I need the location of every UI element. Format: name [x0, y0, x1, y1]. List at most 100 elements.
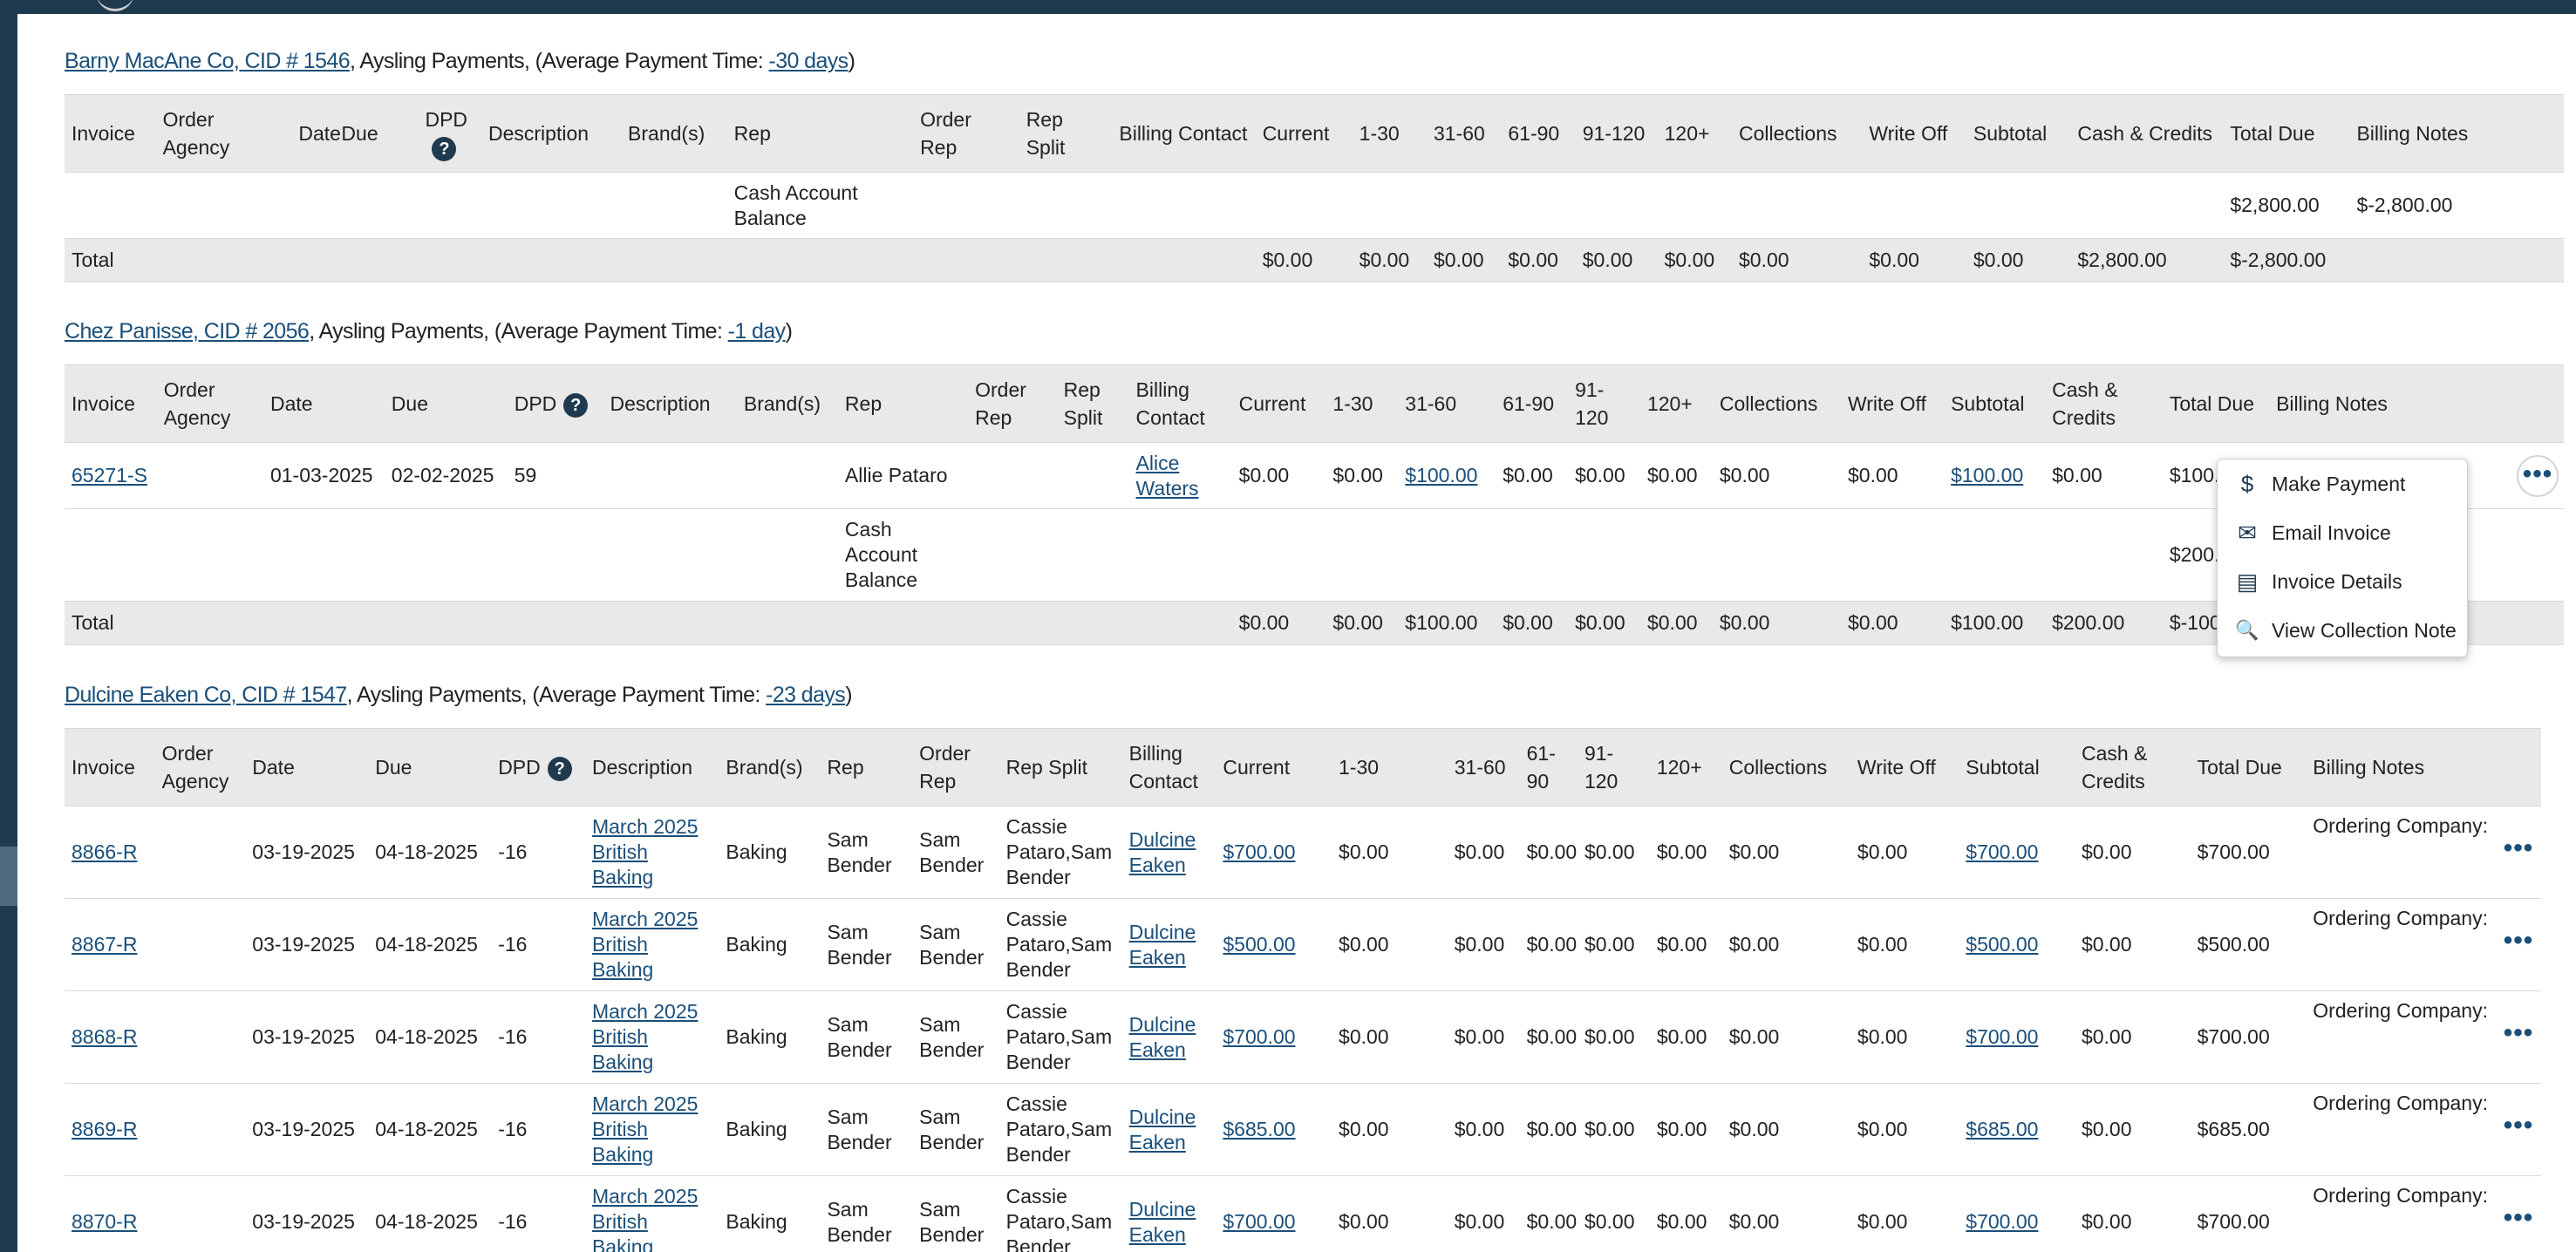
col-61-90[interactable]: 61-90 [1519, 728, 1578, 806]
description-link[interactable]: March 2025 British Baking [592, 1092, 698, 1166]
col-cash-credits[interactable]: Cash & Credits [2074, 728, 2191, 806]
subtotal-link[interactable]: $100.00 [1951, 464, 2023, 487]
subtotal-link[interactable]: $700.00 [1966, 1210, 2038, 1233]
col-91-120[interactable]: 91-120 [1568, 364, 1640, 443]
col-billing-notes[interactable]: Billing Notes [2306, 728, 2541, 806]
invoice-link[interactable]: 8866-R [72, 840, 137, 863]
col-date[interactable]: Date [291, 94, 341, 173]
col-rep-split[interactable]: Rep Split [1056, 364, 1129, 443]
col-rep-split[interactable]: Rep Split [998, 728, 1122, 806]
col-rep-split[interactable]: Rep Split [1019, 94, 1113, 173]
row-actions-button[interactable]: ••• [2517, 454, 2559, 497]
billing-contact-link[interactable]: Dulcine Eaken [1129, 1106, 1196, 1153]
col-collections[interactable]: Collections [1721, 728, 1850, 806]
col-1-30[interactable]: 1-30 [1352, 94, 1428, 173]
col-120-plus[interactable]: 120+ [1639, 364, 1713, 443]
col-due[interactable]: Due [368, 728, 492, 806]
amount-link[interactable]: $700.00 [1223, 840, 1295, 863]
col-subtotal[interactable]: Subtotal [1959, 728, 2075, 806]
billing-contact-link[interactable]: Dulcine Eaken [1129, 828, 1196, 876]
average-payment-time-link[interactable]: -1 day [728, 319, 786, 344]
col-invoice[interactable]: Invoice [65, 728, 155, 806]
col-dpd[interactable]: DPD? [418, 94, 481, 173]
col-collections[interactable]: Collections [1731, 94, 1863, 173]
col-total-due[interactable]: Total Due [2223, 94, 2350, 173]
subtotal-link[interactable]: $500.00 [1966, 933, 2038, 956]
description-link[interactable]: March 2025 British Baking [592, 815, 698, 888]
invoice-link[interactable]: 65271-S [72, 464, 147, 487]
menu-item-invoice-details[interactable]: ▤ Invoice Details [2218, 557, 2467, 606]
col-31-60[interactable]: 31-60 [1398, 364, 1496, 443]
col-due[interactable]: Due [384, 364, 508, 443]
row-actions-button[interactable]: ••• [2498, 831, 2539, 873]
col-billing-contact[interactable]: Billing Contact [1112, 94, 1256, 173]
col-1-30[interactable]: 1-30 [1332, 728, 1448, 806]
col-subtotal[interactable]: Subtotal [1966, 94, 2071, 173]
col-total-due[interactable]: Total Due [2190, 728, 2307, 806]
col-invoice[interactable]: Invoice [65, 364, 157, 443]
col-brands[interactable]: Brand(s) [736, 364, 838, 443]
invoice-link[interactable]: 8868-R [72, 1025, 137, 1048]
amount-link[interactable]: $700.00 [1223, 1025, 1295, 1048]
sidebar-toggle-tab[interactable] [0, 847, 17, 906]
col-billing-notes[interactable]: Billing Notes [2269, 364, 2564, 443]
col-billing-notes[interactable]: Billing Notes [2349, 94, 2564, 173]
amount-link[interactable]: $700.00 [1223, 1210, 1295, 1233]
col-billing-contact[interactable]: Billing Contact [1128, 364, 1232, 443]
row-actions-button[interactable]: ••• [2498, 1016, 2539, 1058]
col-current[interactable]: Current [1231, 364, 1326, 443]
description-link[interactable]: March 2025 British Baking [592, 1000, 698, 1073]
menu-item-make-payment[interactable]: $ Make Payment [2218, 459, 2467, 508]
subtotal-link[interactable]: $700.00 [1966, 840, 2038, 863]
average-payment-time-link[interactable]: -30 days [768, 49, 848, 73]
billing-contact-link[interactable]: Alice Waters [1136, 452, 1199, 500]
menu-item-view-collection-note[interactable]: 🔍 View Collection Note [2218, 606, 2467, 655]
invoice-link[interactable]: 8869-R [72, 1118, 137, 1140]
col-order-agency[interactable]: Order Agency [156, 364, 263, 443]
col-current[interactable]: Current [1255, 94, 1353, 173]
col-due[interactable]: Due [334, 94, 419, 173]
col-write-off[interactable]: Write Off [1850, 728, 1959, 806]
col-91-120[interactable]: 91-120 [1575, 94, 1658, 173]
average-payment-time-link[interactable]: -23 days [766, 683, 846, 707]
col-rep[interactable]: Rep [837, 364, 969, 443]
col-order-agency[interactable]: Order Agency [155, 94, 292, 173]
invoice-link[interactable]: 8867-R [72, 933, 137, 956]
billing-contact-link[interactable]: Dulcine Eaken [1129, 1013, 1196, 1061]
col-dpd[interactable]: DPD? [491, 728, 585, 806]
col-61-90[interactable]: 61-90 [1496, 364, 1569, 443]
col-total-due[interactable]: Total Due [2162, 364, 2270, 443]
description-link[interactable]: March 2025 British Baking [592, 908, 698, 981]
subtotal-link[interactable]: $685.00 [1966, 1118, 2038, 1140]
billing-contact-link[interactable]: Dulcine Eaken [1129, 1198, 1196, 1246]
col-dpd[interactable]: DPD? [507, 364, 603, 443]
col-date[interactable]: Date [245, 728, 369, 806]
col-brands[interactable]: Brand(s) [621, 94, 727, 173]
col-order-rep[interactable]: Order Rep [968, 364, 1057, 443]
customer-link[interactable]: Barny MacAne Co, CID # 1546 [65, 49, 351, 73]
col-31-60[interactable]: 31-60 [1447, 728, 1520, 806]
amount-link[interactable]: $500.00 [1223, 933, 1295, 956]
billing-contact-link[interactable]: Dulcine Eaken [1129, 921, 1196, 969]
col-31-60[interactable]: 31-60 [1427, 94, 1502, 173]
col-1-30[interactable]: 1-30 [1325, 364, 1399, 443]
col-collections[interactable]: Collections [1712, 364, 1841, 443]
menu-item-email-invoice[interactable]: ✉ Email Invoice [2218, 508, 2467, 557]
col-write-off[interactable]: Write Off [1840, 364, 1945, 443]
col-91-120[interactable]: 91-120 [1577, 728, 1650, 806]
col-120-plus[interactable]: 120+ [1657, 94, 1732, 173]
col-61-90[interactable]: 61-90 [1501, 94, 1576, 173]
col-order-agency[interactable]: Order Agency [154, 728, 246, 806]
col-brands[interactable]: Brand(s) [719, 728, 821, 806]
col-billing-contact[interactable]: Billing Contact [1121, 728, 1216, 806]
help-icon[interactable]: ? [563, 392, 589, 418]
col-invoice[interactable]: Invoice [65, 94, 156, 173]
customer-link[interactable]: Chez Panisse, CID # 2056 [65, 319, 310, 344]
col-120-plus[interactable]: 120+ [1649, 728, 1722, 806]
customer-link[interactable]: Dulcine Eaken Co, CID # 1547 [65, 683, 347, 707]
description-link[interactable]: March 2025 British Baking [592, 1185, 698, 1252]
col-write-off[interactable]: Write Off [1862, 94, 1966, 173]
subtotal-link[interactable]: $700.00 [1966, 1025, 2038, 1048]
help-icon[interactable]: ? [547, 756, 572, 781]
col-cash-credits[interactable]: Cash & Credits [2045, 364, 2163, 443]
